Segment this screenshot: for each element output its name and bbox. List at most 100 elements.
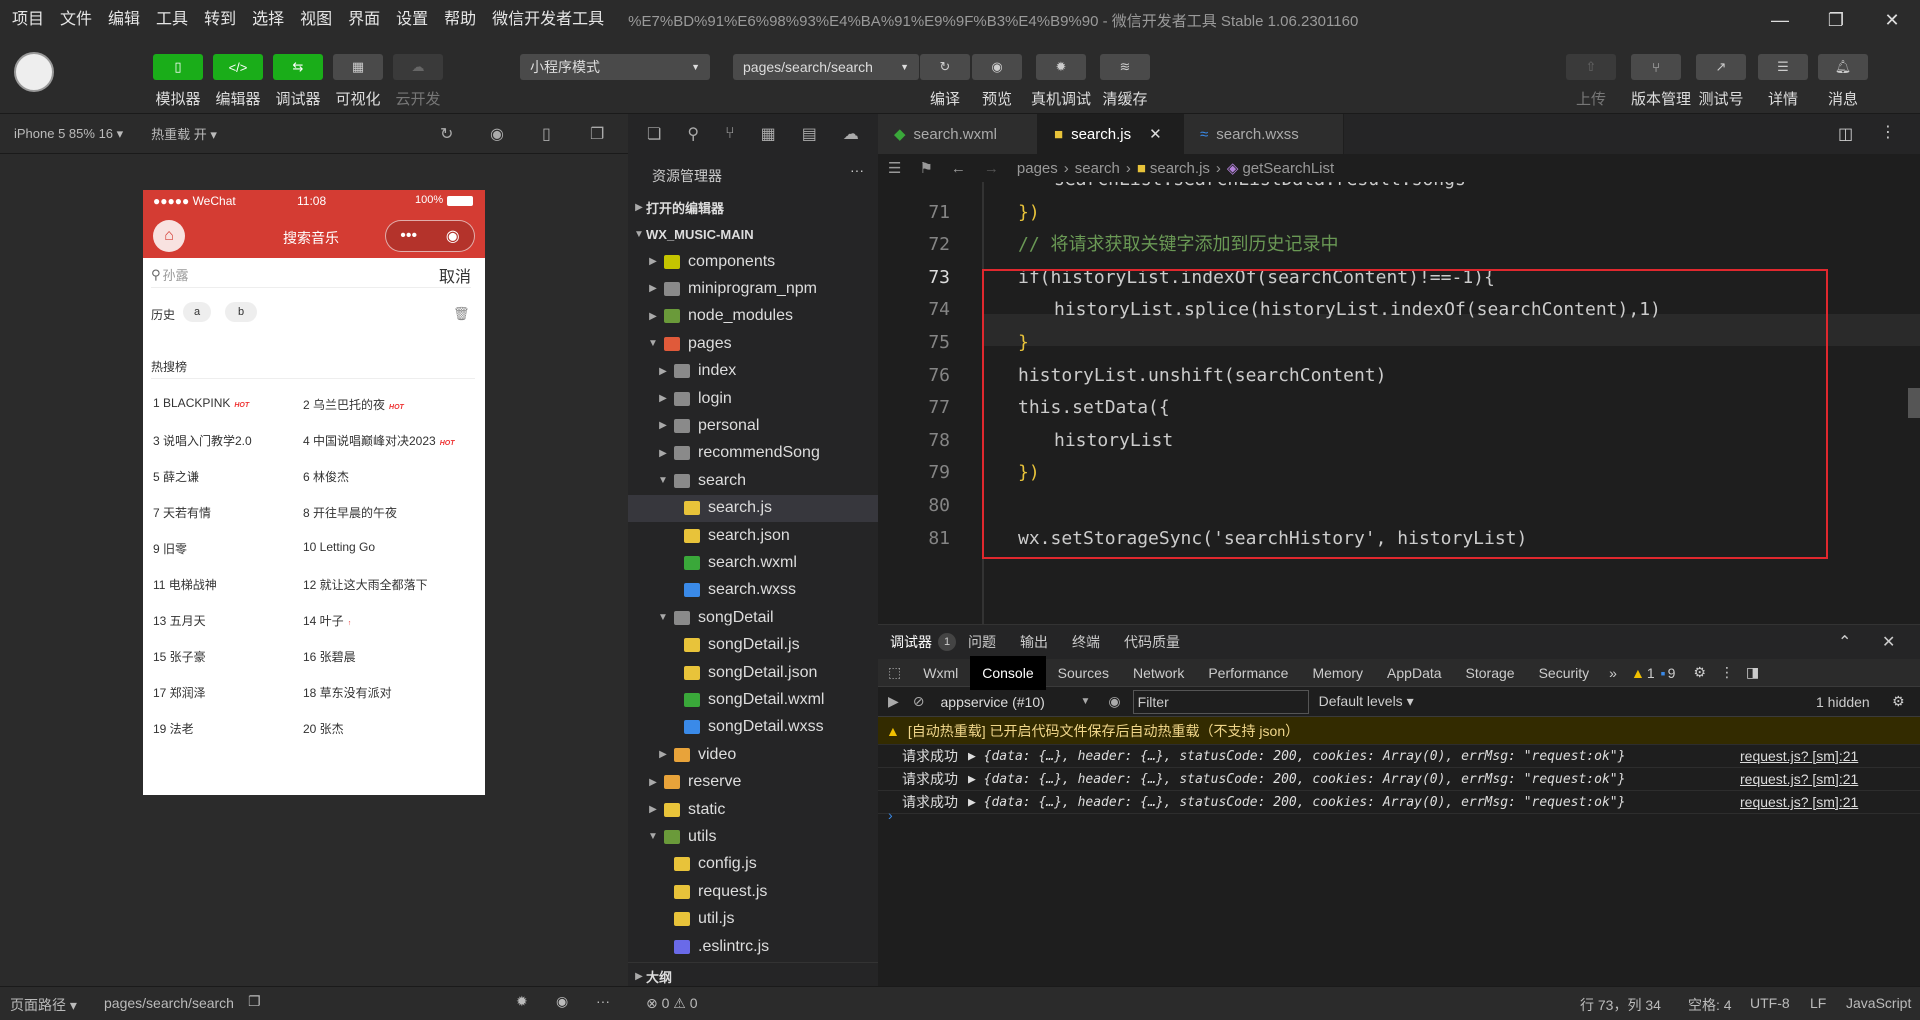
tree-item[interactable]: ▼ utils <box>628 823 878 850</box>
menu-wechat-devtools[interactable]: 微信开发者工具 <box>484 0 612 40</box>
breadcrumb-item[interactable]: search <box>1075 160 1120 177</box>
context-select[interactable]: appservice (#10) <box>941 694 1081 710</box>
tab-search-wxml[interactable]: ◆ search.wxml <box>878 114 1038 154</box>
hot-list-item[interactable]: 13 五月天 <box>153 612 206 629</box>
log-object[interactable]: ▶ {data: {…}, header: {…}, statusCode: 2… <box>968 749 1625 764</box>
indent-setting[interactable]: 空格: 4 <box>1688 995 1732 1015</box>
tree-item[interactable]: ▶ video <box>628 741 878 768</box>
tab-terminal[interactable]: 终端 <box>1060 625 1112 659</box>
maximize-icon[interactable]: ❐ <box>1808 10 1864 31</box>
tab-search-js[interactable]: ■ search.js ✕ <box>1038 114 1184 154</box>
delete-icon[interactable]: 🗑︎ <box>453 306 470 322</box>
search-input[interactable]: 孙露 <box>163 265 439 284</box>
menu-edit[interactable]: 编辑 <box>100 0 148 40</box>
tree-item[interactable]: ▼ songDetail <box>628 604 878 631</box>
tree-item[interactable]: request.js <box>628 878 878 905</box>
menu-help[interactable]: 帮助 <box>436 0 484 40</box>
clear-cache-label[interactable]: 清缓存 <box>1095 88 1155 109</box>
log-source-link[interactable]: request.js? [sm]:21 <box>1740 748 1858 764</box>
tree-item[interactable]: config.js <box>628 851 878 878</box>
tab-storage[interactable]: Storage <box>1454 656 1527 690</box>
upload-label[interactable]: 上传 <box>1561 88 1621 109</box>
breadcrumb-item[interactable]: getSearchList <box>1242 160 1334 177</box>
tree-item[interactable]: search.json <box>628 522 878 549</box>
details-icon[interactable]: ☰ <box>1758 54 1808 80</box>
mode-select[interactable]: 小程序模式 ▼ <box>520 54 710 80</box>
hot-list-item[interactable]: 5 薛之谦 <box>153 468 199 485</box>
hot-list-item[interactable]: 16 张碧晨 <box>303 648 356 665</box>
popout-icon[interactable]: ❐ <box>590 124 604 144</box>
details-label[interactable]: 详情 <box>1753 88 1813 109</box>
hot-list-item[interactable]: 18 草东没有派对 <box>303 684 392 701</box>
files-icon[interactable]: ❏ <box>647 124 661 144</box>
capsule-menu[interactable]: ••• ◉ <box>385 220 475 252</box>
more-tabs-icon[interactable]: » <box>1609 665 1617 681</box>
more-icon[interactable]: ••• <box>400 227 417 245</box>
eye-icon[interactable]: ◉ <box>556 993 568 1010</box>
test-account-label[interactable]: 测试号 <box>1691 88 1751 109</box>
log-object[interactable]: ▶ {data: {…}, header: {…}, statusCode: 2… <box>968 772 1625 787</box>
chevron-icon[interactable]: ▼ <box>646 831 660 842</box>
tree-item[interactable]: ▶ miniprogram_npm <box>628 275 878 302</box>
close-tab-icon[interactable]: ✕ <box>1149 125 1162 143</box>
tab-issues[interactable]: 问题 <box>956 625 1008 659</box>
chevron-icon[interactable]: ▶ <box>646 804 660 815</box>
tree-item[interactable]: ▼ search <box>628 467 878 494</box>
tree-item[interactable]: songDetail.wxml <box>628 686 878 713</box>
open-editors-section[interactable]: ▶ 打开的编辑器 <box>628 194 878 221</box>
close-icon[interactable]: ✕ <box>1864 10 1920 31</box>
log-levels-select[interactable]: Default levels ▾ <box>1319 693 1414 710</box>
more-icon[interactable]: ··· <box>596 993 610 1009</box>
message-label[interactable]: 消息 <box>1813 88 1873 109</box>
cursor-position[interactable]: 行 73，列 34 <box>1580 995 1661 1015</box>
extensions-icon[interactable]: ▦ <box>761 124 776 144</box>
chevron-icon[interactable]: ▶ <box>646 777 660 788</box>
chevron-icon[interactable]: ▼ <box>646 338 660 349</box>
tree-item[interactable]: util.js <box>628 906 878 933</box>
tree-item[interactable]: ▶ static <box>628 796 878 823</box>
project-root[interactable]: ▼ WX_MUSIC-MAIN <box>628 221 878 248</box>
simulator-toggle-icon[interactable]: ▯ <box>153 54 203 80</box>
tree-item[interactable]: ▶ node_modules <box>628 303 878 330</box>
chevron-icon[interactable]: ▶ <box>656 749 670 760</box>
hot-list-item[interactable]: 9 旧零 <box>153 540 187 557</box>
tree-item[interactable]: .eslintrc.js <box>628 933 878 960</box>
message-icon[interactable]: 🔔︎ <box>1818 54 1868 80</box>
hot-list-item[interactable]: 4 中国说唱巅峰对决2023 HOT <box>303 432 455 449</box>
chevron-icon[interactable]: ▶ <box>656 420 670 431</box>
tree-item[interactable]: ▶ recommendSong <box>628 440 878 467</box>
chevron-icon[interactable]: ▶ <box>656 366 670 377</box>
hot-list-item[interactable]: 10 Letting Go <box>303 540 375 554</box>
clear-console-icon[interactable]: ⊘ <box>913 693 925 710</box>
visual-toggle-icon[interactable]: ▦ <box>333 54 383 80</box>
debugger-toggle-icon[interactable]: ⇆ <box>273 54 323 80</box>
menu-interface[interactable]: 界面 <box>340 0 388 40</box>
docker-icon[interactable]: ☁ <box>843 124 859 144</box>
menu-file[interactable]: 文件 <box>52 0 100 40</box>
message-count[interactable]: 9 <box>1668 665 1676 681</box>
tab-memory[interactable]: Memory <box>1300 656 1375 690</box>
upload-icon[interactable]: ⇧ <box>1566 54 1616 80</box>
warning-count[interactable]: 1 <box>1647 665 1655 681</box>
prompt-icon[interactable]: › <box>888 807 893 823</box>
tab-wxml[interactable]: Wxml <box>911 656 970 690</box>
language-mode[interactable]: JavaScript <box>1846 995 1911 1011</box>
hot-list-item[interactable]: 14 叶子 ↑ <box>303 612 351 629</box>
page-path-label[interactable]: 页面路径 ▾ <box>10 995 77 1015</box>
menu-tools[interactable]: 工具 <box>148 0 196 40</box>
forward-icon[interactable]: → <box>984 160 999 177</box>
breadcrumb-item[interactable]: search.js <box>1150 160 1210 177</box>
encoding[interactable]: UTF-8 <box>1750 995 1790 1011</box>
tab-sources[interactable]: Sources <box>1046 656 1121 690</box>
hot-list-item[interactable]: 7 天若有情 <box>153 504 211 521</box>
chevron-icon[interactable]: ▶ <box>656 393 670 404</box>
search-icon[interactable]: ⚲ <box>687 124 699 144</box>
avatar[interactable] <box>14 52 54 92</box>
panel-icon[interactable]: ▤ <box>802 124 817 144</box>
cancel-button[interactable]: 取消 <box>439 263 471 287</box>
log-object[interactable]: ▶ {data: {…}, header: {…}, statusCode: 2… <box>968 795 1625 810</box>
sidebar-toggle-icon[interactable]: ▶ <box>888 693 899 710</box>
tab-debugger[interactable]: 调试器 <box>878 625 944 659</box>
chevron-icon[interactable]: ▼ <box>656 612 670 623</box>
clear-cache-icon[interactable]: ≋ <box>1100 54 1150 80</box>
